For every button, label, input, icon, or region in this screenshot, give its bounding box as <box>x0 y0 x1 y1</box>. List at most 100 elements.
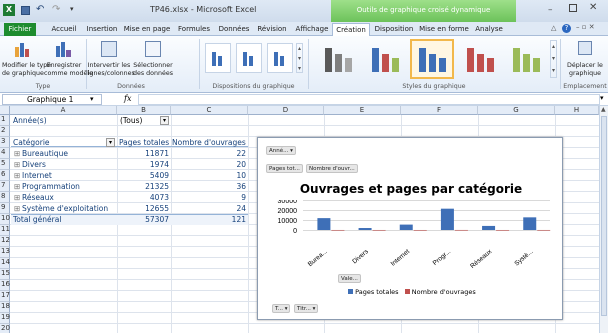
bar-count[interactable] <box>372 229 386 231</box>
pivot-row-label[interactable]: Réseaux <box>22 193 116 202</box>
vertical-scrollbar[interactable]: ▲ <box>599 106 608 333</box>
chart-style-5[interactable] <box>505 40 547 78</box>
switch-row-column-button[interactable]: Intervertir les lignes/colonnes <box>86 38 135 80</box>
tab-fichier[interactable]: Fichier <box>4 23 36 36</box>
tab-revision[interactable]: Révision <box>254 23 290 36</box>
tab-formules[interactable]: Formules <box>174 23 214 36</box>
chart-style-4[interactable] <box>459 40 501 78</box>
row-header[interactable]: 19 <box>0 313 10 324</box>
pivot-header-category[interactable]: Catégorie <box>13 138 103 147</box>
row-header[interactable]: 5 <box>0 159 10 170</box>
row-header[interactable]: 7 <box>0 181 10 192</box>
pivot-row-pages[interactable]: 21325 <box>117 182 169 191</box>
row-header[interactable]: 15 <box>0 269 10 280</box>
filter-value[interactable]: (Tous) <box>120 116 160 125</box>
row-header[interactable]: 16 <box>0 280 10 291</box>
bar-pages[interactable] <box>523 217 537 230</box>
pivot-chart[interactable]: Anné... ▾ Pages tot... Nombre d'ouvr... … <box>257 137 563 320</box>
tab-donnees[interactable]: Données <box>216 23 252 36</box>
field-button-type[interactable]: T... ▾ <box>272 304 291 313</box>
expand-icon[interactable]: ⊞ <box>14 149 22 158</box>
tab-creation[interactable]: Création <box>332 23 370 36</box>
pivot-row-label[interactable]: Internet <box>22 171 116 180</box>
category-dropdown-icon[interactable]: ▾ <box>106 138 115 147</box>
col-header-e[interactable]: E <box>324 106 401 115</box>
bar-count[interactable] <box>331 229 345 231</box>
change-chart-type-button[interactable]: Modifier le type de graphique <box>2 38 51 80</box>
row-header[interactable]: 2 <box>0 126 10 137</box>
pivot-row-pages[interactable]: 4073 <box>117 193 169 202</box>
select-all-corner[interactable] <box>0 106 10 115</box>
bar-count[interactable] <box>454 229 468 231</box>
bar-pages[interactable] <box>317 218 331 230</box>
bar-count[interactable] <box>496 229 510 231</box>
bar-pages[interactable] <box>358 228 372 230</box>
bar-pages[interactable] <box>440 208 454 230</box>
chart-layout-3[interactable] <box>267 43 293 73</box>
row-header[interactable]: 11 <box>0 225 10 236</box>
select-data-button[interactable]: Sélectionner des données <box>132 38 174 80</box>
styles-more-button[interactable]: ▴ ▾ ▾ <box>550 40 557 78</box>
help-icon[interactable]: ? <box>562 24 571 33</box>
formula-input[interactable] <box>138 94 600 105</box>
pivot-row-count[interactable]: 36 <box>171 182 246 191</box>
bar-pages[interactable] <box>482 225 496 230</box>
col-header-f[interactable]: F <box>401 106 478 115</box>
row-header[interactable]: 18 <box>0 302 10 313</box>
pivot-header-pages[interactable]: Pages totales <box>119 138 171 147</box>
tab-accueil[interactable]: Accueil <box>48 23 80 36</box>
pivot-row-pages[interactable]: 5409 <box>117 171 169 180</box>
row-header[interactable]: 8 <box>0 192 10 203</box>
field-button-title[interactable]: Titr... ▾ <box>294 304 319 313</box>
pivot-row-pages[interactable]: 12655 <box>117 204 169 213</box>
save-icon[interactable] <box>21 6 30 15</box>
redo-icon[interactable]: ↷ <box>52 4 60 15</box>
save-template-button[interactable]: Enregistrer comme modèle <box>44 38 93 80</box>
field-button-values[interactable]: Vale... <box>338 274 361 283</box>
expand-formula-bar-icon[interactable]: ▾ <box>600 94 604 102</box>
tab-insertion[interactable]: Insertion <box>84 23 120 36</box>
filter-dropdown-icon[interactable]: ▾ <box>160 116 169 125</box>
bar-count[interactable] <box>537 229 551 231</box>
col-header-c[interactable]: C <box>171 106 248 115</box>
function-icon[interactable]: fx <box>124 94 131 103</box>
pivot-total-label[interactable]: Total général <box>13 215 113 224</box>
pivot-row-count[interactable]: 20 <box>171 160 246 169</box>
close-icon[interactable]: ✕ <box>589 2 597 13</box>
pivot-row-count[interactable]: 22 <box>171 149 246 158</box>
pivot-row-label[interactable]: Système d'exploitation <box>22 204 116 213</box>
pivot-row-label[interactable]: Bureautique <box>22 149 116 158</box>
scroll-up-icon[interactable]: ▲ <box>601 106 606 113</box>
tab-affichage[interactable]: Affichage <box>292 23 332 36</box>
tab-mise-en-page[interactable]: Mise en page <box>122 23 172 36</box>
undo-icon[interactable]: ↶ <box>36 4 44 15</box>
pivot-header-count[interactable]: Nombre d'ouvrages <box>172 138 248 147</box>
expand-icon[interactable]: ⊞ <box>14 193 22 202</box>
pivot-row-count[interactable]: 24 <box>171 204 246 213</box>
row-header[interactable]: 4 <box>0 148 10 159</box>
pivot-total-count[interactable]: 121 <box>171 215 246 224</box>
row-header[interactable]: 6 <box>0 170 10 181</box>
chart-style-2[interactable] <box>364 40 406 78</box>
expand-icon[interactable]: ⊞ <box>14 182 22 191</box>
pivot-row-count[interactable]: 10 <box>171 171 246 180</box>
scroll-thumb[interactable] <box>601 116 607 316</box>
chart-title[interactable]: Ouvrages et pages par catégorie <box>258 182 564 196</box>
chart-style-1[interactable] <box>317 40 359 78</box>
pivot-row-label[interactable]: Programmation <box>22 182 116 191</box>
quick-access-dropdown-icon[interactable]: ▾ <box>70 5 74 13</box>
row-header[interactable]: 9 <box>0 203 10 214</box>
window-restore-icon[interactable]: – ▫ ✕ <box>576 23 595 31</box>
minimize-icon[interactable]: – <box>548 5 553 15</box>
pivot-row-pages[interactable]: 1974 <box>117 160 169 169</box>
filter-label[interactable]: Année(s) <box>13 116 113 125</box>
move-chart-button[interactable]: Déplacer le graphique <box>563 38 607 80</box>
col-header-d[interactable]: D <box>248 106 324 115</box>
pivot-row-pages[interactable]: 11871 <box>117 149 169 158</box>
bar-count[interactable] <box>413 229 427 231</box>
pivot-total-pages[interactable]: 57307 <box>117 215 169 224</box>
pivot-row-count[interactable]: 9 <box>171 193 246 202</box>
row-header[interactable]: 17 <box>0 291 10 302</box>
tab-mise-en-forme[interactable]: Mise en forme <box>418 23 470 36</box>
expand-icon[interactable]: ⊞ <box>14 171 22 180</box>
